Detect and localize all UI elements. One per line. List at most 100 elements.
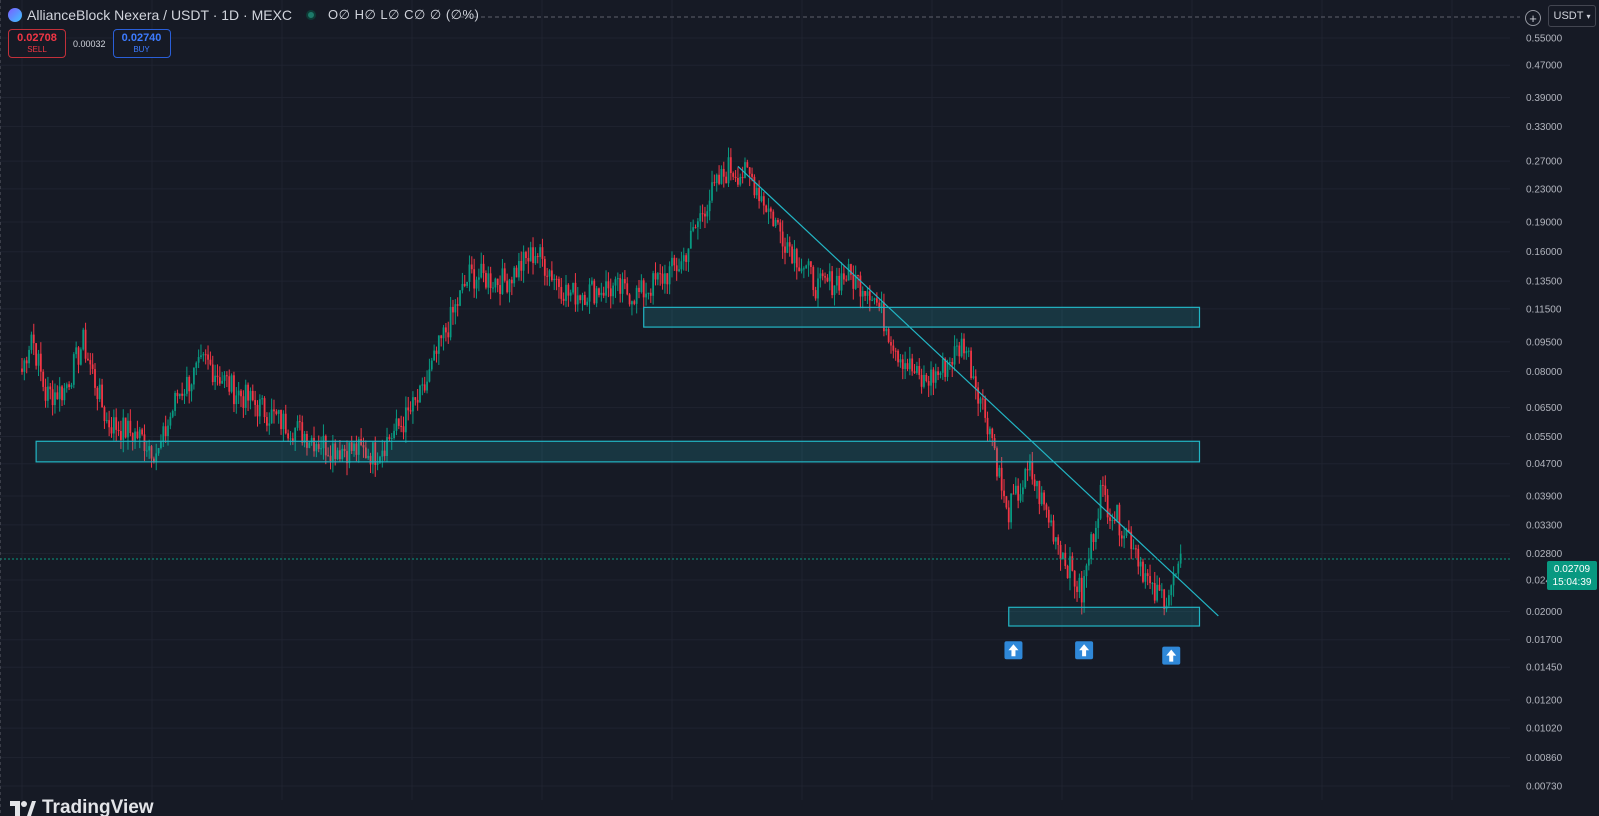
- buy-button[interactable]: 0.02740 BUY: [112, 29, 171, 58]
- candle-body: [167, 425, 169, 437]
- buy-price: 0.02740: [121, 32, 162, 44]
- candle-body: [263, 398, 266, 418]
- candle-body: [1146, 573, 1149, 577]
- candle-body: [65, 384, 68, 389]
- candle-body: [1135, 548, 1137, 550]
- tradingview-logo-icon: [10, 799, 36, 816]
- candle-body: [963, 338, 965, 354]
- candle-body: [937, 371, 939, 375]
- candle-body: [1005, 496, 1008, 508]
- candle-body: [1024, 469, 1027, 488]
- candle-body: [916, 366, 918, 373]
- candle-body: [197, 357, 200, 363]
- candle-body: [141, 429, 144, 435]
- candle-body: [28, 349, 30, 364]
- candle-body: [513, 267, 516, 284]
- candle-body: [489, 273, 492, 289]
- candle-body: [466, 281, 468, 286]
- add-plus-icon[interactable]: +: [1525, 10, 1541, 26]
- candle-body: [692, 227, 695, 231]
- chart-canvas[interactable]: 0.55000 0.47000 0.39000 0.33000 0.27000 0.230…: [0, 0, 1599, 816]
- candle-body: [901, 359, 904, 369]
- candle-body: [569, 292, 572, 296]
- candle-body: [115, 417, 118, 430]
- candle-body: [120, 431, 122, 440]
- candle-body: [207, 354, 209, 360]
- price-axis-label: 0.47000: [1526, 61, 1563, 72]
- candle-body: [694, 227, 697, 229]
- candle-body: [499, 285, 501, 295]
- candle-body: [230, 375, 233, 392]
- candle-body: [626, 283, 629, 295]
- candle-body: [470, 264, 473, 270]
- candle-body: [233, 375, 235, 405]
- candle-body: [678, 269, 680, 272]
- candle-body: [1033, 479, 1036, 487]
- candle-body: [63, 388, 66, 401]
- candle-body: [812, 267, 815, 291]
- candle-body: [649, 292, 652, 296]
- candle-body: [70, 384, 73, 388]
- candle-body: [393, 430, 395, 439]
- candle-body: [54, 392, 56, 406]
- candle-body: [845, 279, 848, 281]
- sell-button[interactable]: 0.02708 SELL: [8, 29, 66, 58]
- candle-body: [706, 211, 709, 217]
- candle-body: [539, 247, 541, 258]
- candle-body: [1019, 494, 1022, 501]
- candle-body: [1052, 520, 1055, 542]
- candle-body: [562, 298, 565, 301]
- candle-body: [541, 247, 544, 259]
- candle-body: [972, 376, 975, 378]
- candle-body: [294, 427, 297, 442]
- candle-body: [798, 267, 801, 272]
- candle-body: [1090, 534, 1093, 560]
- candle-body: [183, 393, 186, 396]
- candle-body: [47, 386, 49, 401]
- candle-body: [1054, 537, 1057, 542]
- candle-body: [23, 360, 26, 372]
- candle-body: [956, 345, 958, 347]
- candle-body: [1026, 469, 1029, 471]
- chart-area[interactable]: 0.55000 0.47000 0.39000 0.33000 0.27000 0.230…: [0, 0, 1599, 816]
- candle-body: [824, 276, 826, 278]
- candle-body: [51, 389, 54, 406]
- candle-body: [445, 327, 447, 333]
- candle-body: [164, 426, 167, 437]
- candle-body: [459, 290, 461, 306]
- symbol-title[interactable]: AllianceBlock Nexera / USDT · 1D · MEXC: [27, 7, 292, 23]
- candle-body: [61, 386, 63, 401]
- candle-body: [704, 213, 706, 217]
- market-status-icon[interactable]: [306, 10, 317, 20]
- candle-body: [696, 221, 699, 228]
- candle-body: [1066, 565, 1069, 579]
- candle-body: [275, 411, 278, 414]
- candle-body: [897, 350, 899, 363]
- candle-body: [842, 273, 845, 280]
- candle-body: [112, 417, 115, 434]
- candle-body: [814, 290, 817, 299]
- candle-body: [857, 274, 859, 276]
- candle-body: [732, 173, 735, 177]
- candle-body: [477, 277, 480, 280]
- candle-body: [930, 369, 932, 386]
- price-axis-label: 0.01020: [1526, 724, 1563, 735]
- candle-body: [631, 301, 633, 305]
- candle-body: [138, 429, 141, 439]
- candle-body: [1071, 556, 1074, 571]
- candle-body: [428, 369, 431, 382]
- candle-body: [553, 278, 556, 281]
- candle-body: [58, 386, 61, 400]
- candle-body: [873, 298, 876, 300]
- candle-body: [129, 420, 132, 434]
- candle-body: [965, 351, 968, 354]
- candle-body: [645, 293, 647, 298]
- price-axis-label: 0.11500: [1526, 304, 1562, 315]
- candle-body: [1167, 595, 1170, 606]
- candle-body: [1097, 518, 1100, 528]
- candle-body: [452, 306, 454, 313]
- currency-selector[interactable]: USDT ▾: [1548, 5, 1596, 27]
- candle-body: [772, 211, 775, 227]
- candle-body: [595, 288, 598, 304]
- candle-body: [127, 420, 129, 438]
